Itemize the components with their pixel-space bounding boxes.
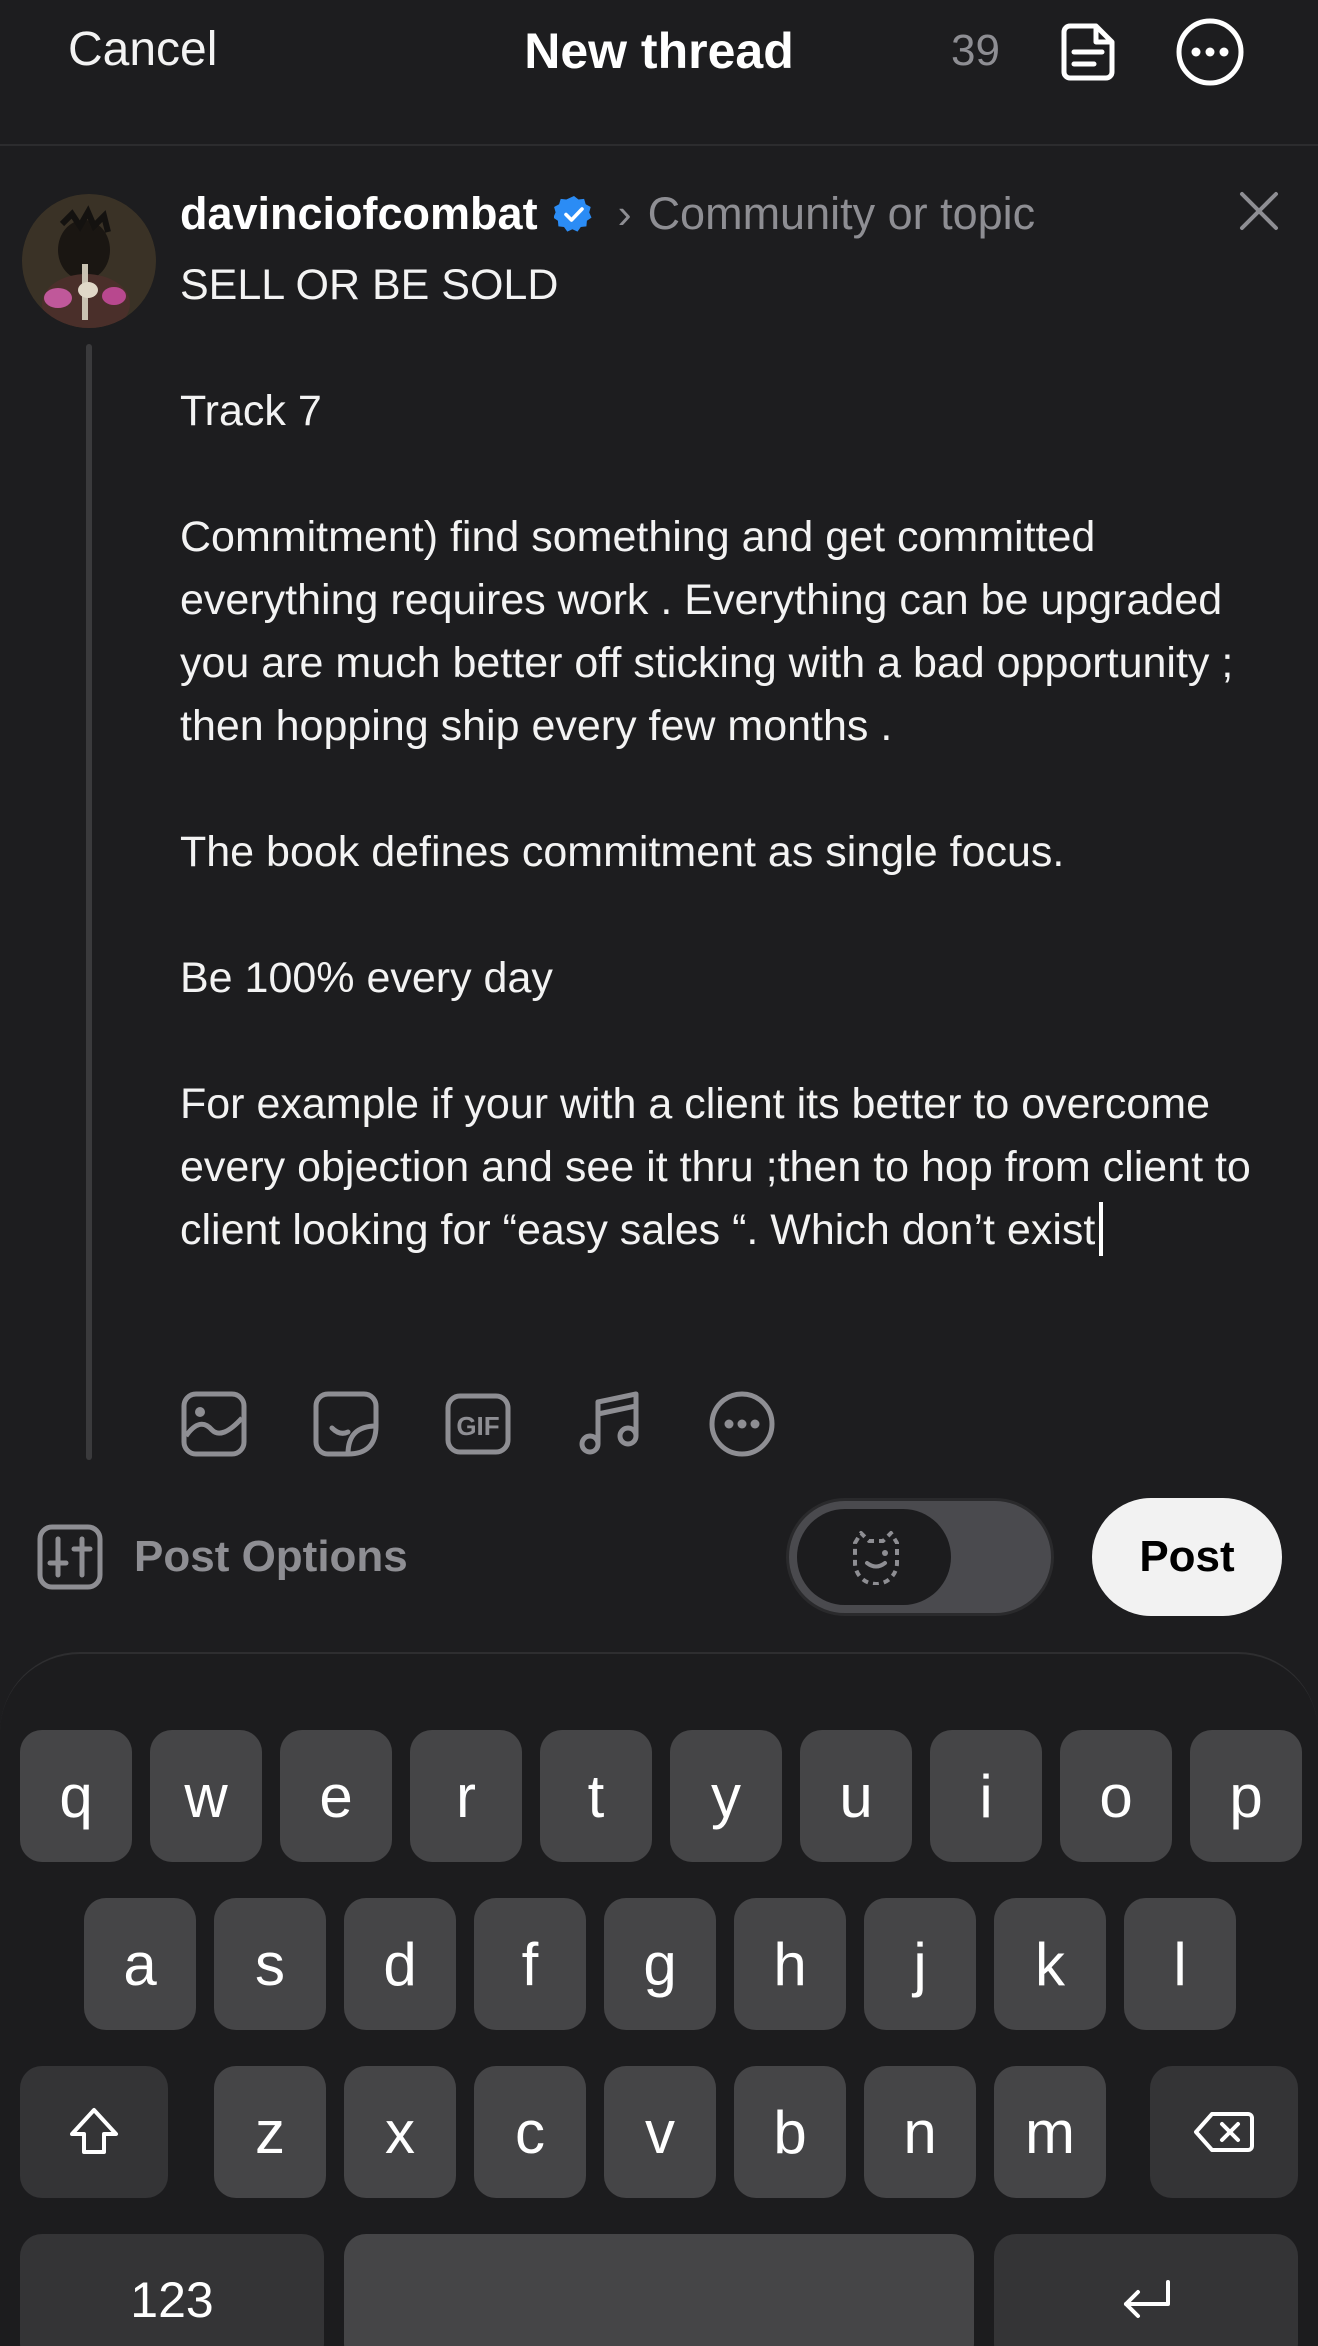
key-g[interactable]: g (604, 1898, 716, 2030)
key-y[interactable]: y (670, 1730, 782, 1862)
space-key[interactable] (344, 2234, 974, 2346)
shift-icon (70, 2108, 118, 2154)
character-count: 39 (951, 26, 1000, 75)
key-r[interactable]: r (410, 1730, 522, 1862)
key-u[interactable]: u (800, 1730, 912, 1862)
author-row: davinciofcombat › Community or topic (180, 184, 1035, 244)
key-s[interactable]: s (214, 1898, 326, 2030)
key-a[interactable]: a (84, 1898, 196, 2030)
key-q[interactable]: q (20, 1730, 132, 1862)
on-screen-keyboard: 123 qwertyuiop asdfghjkl zxcvbnm (0, 1652, 1318, 2346)
numbers-key[interactable]: 123 (20, 2234, 324, 2346)
music-icon[interactable] (576, 1390, 644, 1458)
key-p[interactable]: p (1190, 1730, 1302, 1862)
thread-text-input[interactable]: SELL OR BE SOLD Track 7 Commitment) find… (180, 254, 1290, 1262)
key-w[interactable]: w (150, 1730, 262, 1862)
thread-line (86, 344, 92, 1460)
key-o[interactable]: o (1060, 1730, 1172, 1862)
toggle-knob (797, 1509, 951, 1605)
avatar (22, 194, 156, 328)
thread-text: SELL OR BE SOLD Track 7 Commitment) find… (180, 261, 1251, 1254)
post-options-button[interactable]: Post Options (36, 1522, 408, 1592)
key-f[interactable]: f (474, 1898, 586, 2030)
username: davinciofcombat (180, 188, 538, 239)
gif-icon[interactable]: GIF (444, 1390, 512, 1458)
more-options-icon[interactable] (1174, 16, 1246, 88)
close-icon[interactable] (1236, 188, 1282, 234)
image-icon[interactable] (180, 1390, 248, 1458)
shift-key[interactable] (20, 2066, 168, 2198)
return-icon (1124, 2280, 1170, 2318)
key-d[interactable]: d (344, 1898, 456, 2030)
more-icon[interactable] (708, 1390, 776, 1458)
community-topic-selector[interactable]: Community or topic (648, 188, 1036, 240)
drafts-icon[interactable] (1054, 16, 1126, 88)
backspace-icon (1194, 2112, 1254, 2152)
key-z[interactable]: z (214, 2066, 326, 2198)
key-m[interactable]: m (994, 2066, 1106, 2198)
ghost-post-toggle[interactable] (786, 1498, 1054, 1616)
sticker-icon[interactable] (312, 1390, 380, 1458)
key-l[interactable]: l (1124, 1898, 1236, 2030)
key-v[interactable]: v (604, 2066, 716, 2198)
key-e[interactable]: e (280, 1730, 392, 1862)
key-h[interactable]: h (734, 1898, 846, 2030)
key-j[interactable]: j (864, 1898, 976, 2030)
sliders-icon (37, 1524, 103, 1590)
post-button[interactable]: Post (1092, 1498, 1282, 1616)
key-c[interactable]: c (474, 2066, 586, 2198)
key-x[interactable]: x (344, 2066, 456, 2198)
attachment-toolbar: GIF (180, 1390, 776, 1462)
return-key[interactable] (994, 2234, 1298, 2346)
key-k[interactable]: k (994, 1898, 1106, 2030)
key-t[interactable]: t (540, 1730, 652, 1862)
key-n[interactable]: n (864, 2066, 976, 2198)
chevron-right-icon: › (617, 190, 632, 237)
ghost-face-icon (853, 1531, 899, 1585)
verified-badge-icon (553, 196, 592, 232)
header-bar: Cancel New thread 39 (0, 0, 1318, 146)
key-b[interactable]: b (734, 2066, 846, 2198)
key-i[interactable]: i (930, 1730, 1042, 1862)
post-options-label: Post Options (134, 1532, 408, 1581)
svg-text:GIF: GIF (456, 1411, 499, 1441)
text-cursor (1099, 1202, 1104, 1256)
backspace-key[interactable] (1150, 2066, 1298, 2198)
